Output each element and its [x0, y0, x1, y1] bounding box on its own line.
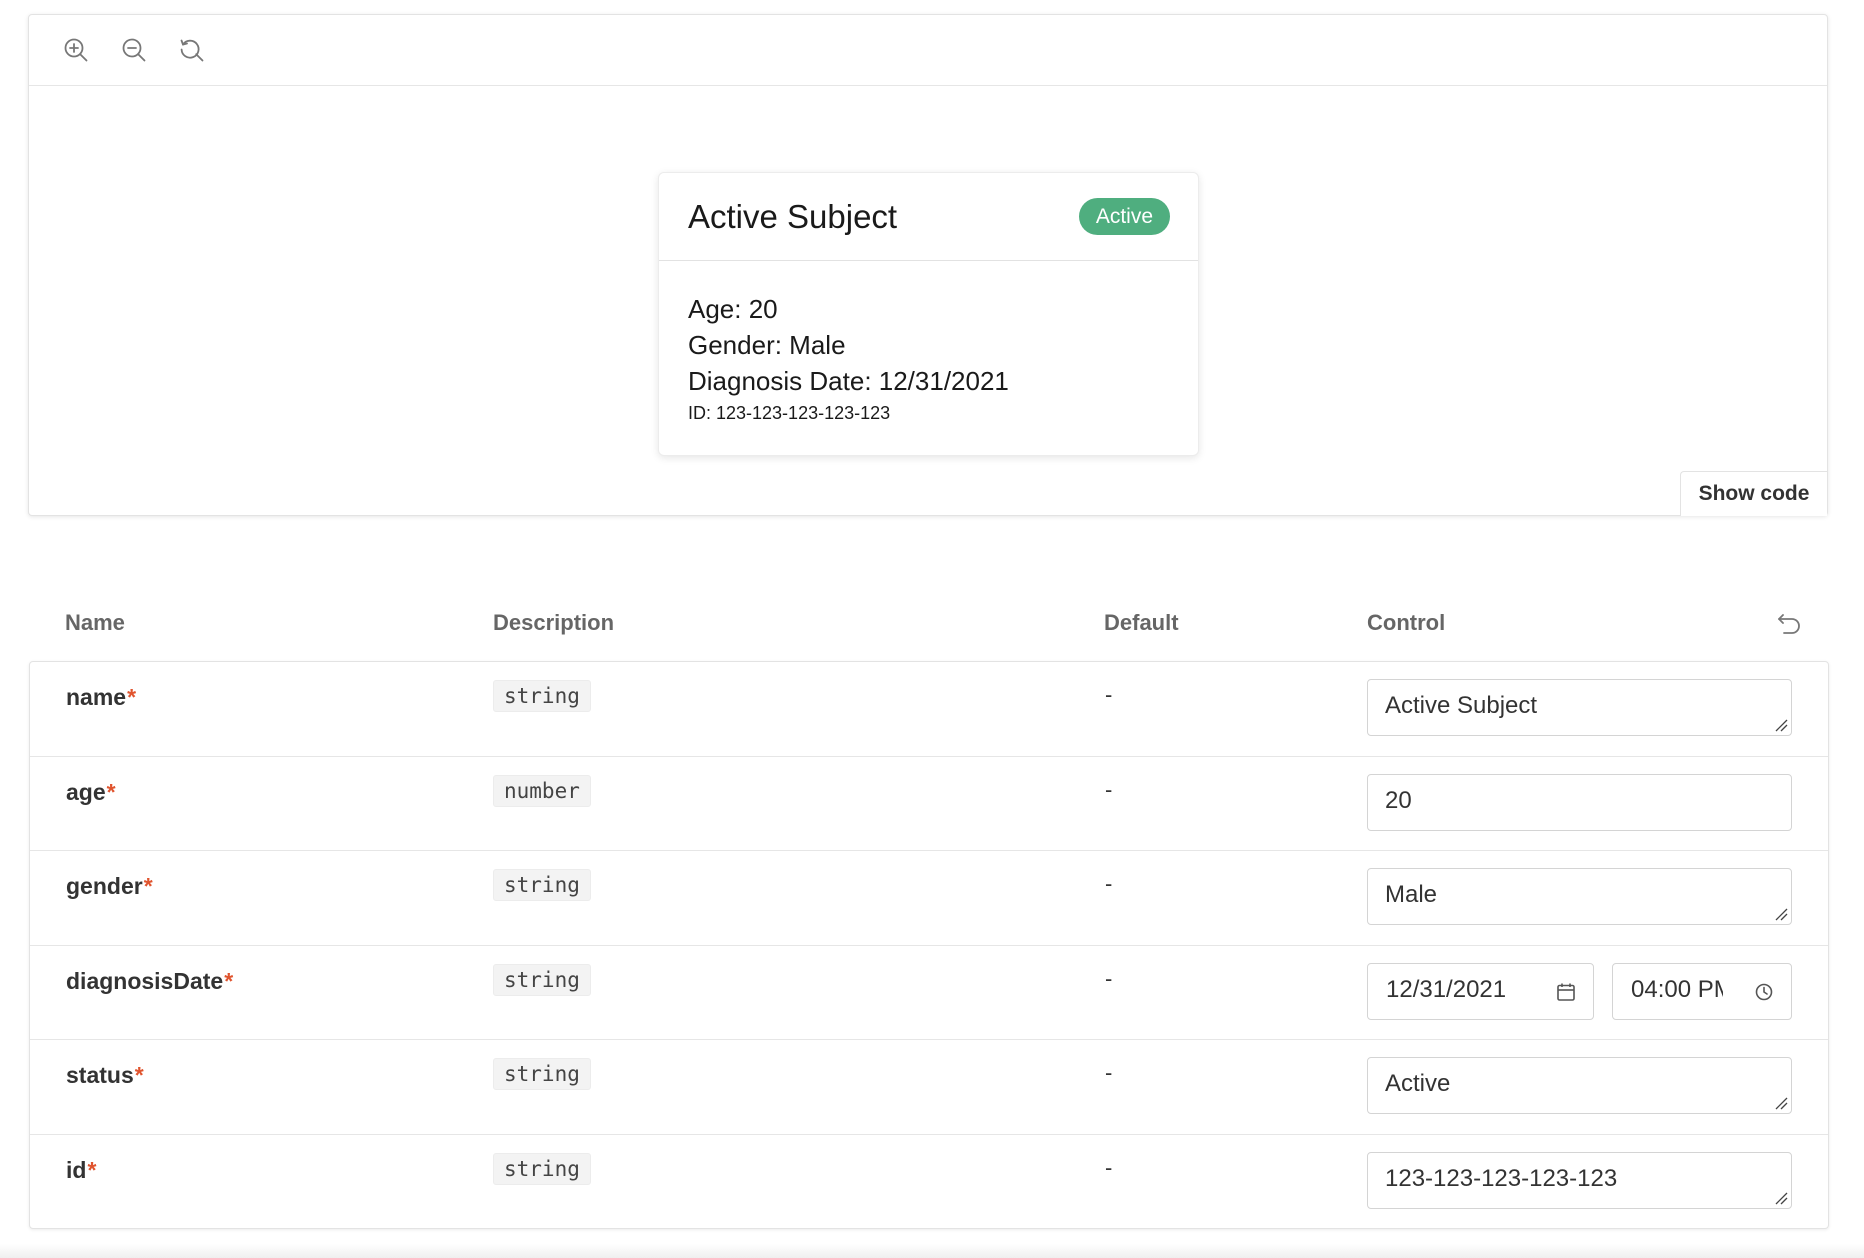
arg-name: gender* [66, 873, 153, 900]
table-row: age* number - 20 [30, 757, 1828, 851]
arg-type: string [493, 869, 591, 901]
required-marker: * [87, 1156, 97, 1183]
zoom-out-button[interactable] [109, 25, 159, 75]
resize-grip-icon[interactable] [1774, 718, 1788, 732]
status-badge: Active [1078, 197, 1170, 236]
args-table-header: Name Description Default Control [28, 596, 1828, 662]
arg-type: string [493, 680, 591, 712]
arg-default: - [1105, 965, 1113, 991]
name-control-input[interactable]: Active Subject [1367, 679, 1792, 736]
control-value: 20 [1385, 786, 1412, 814]
arg-type: string [493, 1152, 591, 1185]
arg-default: - [1105, 871, 1113, 896]
arg-name-label: status [66, 1062, 134, 1088]
zoom-in-button[interactable] [51, 25, 101, 75]
control-value: Active Subject [1385, 692, 1538, 719]
subject-diagnosis-date: Diagnosis Date: 12/31/2021 [688, 366, 1009, 396]
subject-card: Active Subject Active Age: 20 Gender: Ma… [658, 172, 1199, 456]
page-bottom-edge [0, 1244, 1864, 1258]
time-value: 04:00 PM [1631, 975, 1723, 1003]
reset-zoom-button[interactable] [167, 25, 217, 75]
status-control-input[interactable]: Active [1367, 1057, 1792, 1114]
date-value: 12/31/2021 [1386, 975, 1507, 1003]
diagnosis-time-input[interactable]: 04:00 PM [1612, 962, 1792, 1020]
arg-name-label: age [66, 778, 106, 805]
column-header-default: Default [1104, 610, 1179, 635]
subject-card-body: Age: 20 Gender: Male Diagnosis Date: 12/… [659, 261, 1198, 424]
table-row: status* string - Active [30, 1040, 1828, 1135]
subject-card-header: Active Subject Active [659, 173, 1198, 261]
zoom-in-icon [64, 38, 88, 62]
required-marker: * [134, 1062, 144, 1088]
column-header-description: Description [493, 610, 615, 635]
arg-name: status* [66, 1062, 144, 1089]
arg-default: - [1105, 1060, 1113, 1085]
column-header-name: Name [65, 610, 125, 635]
clock-icon[interactable] [1753, 981, 1775, 1003]
arg-name-label: name [66, 684, 127, 710]
control-value: 123-123-123-123-123 [1385, 1164, 1618, 1192]
table-row: id* string - 123-123-123-123-123 [30, 1135, 1828, 1230]
subject-card-title: Active Subject [688, 197, 898, 235]
id-control-input[interactable]: 123-123-123-123-123 [1367, 1151, 1792, 1209]
resize-grip-icon[interactable] [1774, 1191, 1788, 1205]
table-row: diagnosisDate* string - 12/31/2021 04:00… [30, 946, 1828, 1040]
preview-toolbar [29, 15, 1827, 86]
arg-default: - [1105, 1154, 1113, 1180]
subject-id: ID: 123-123-123-123-123 [688, 403, 891, 423]
calendar-icon[interactable] [1555, 981, 1577, 1003]
reset-zoom-icon [180, 39, 204, 62]
control-value: Active [1385, 1070, 1451, 1097]
arg-name: age* [66, 779, 116, 806]
control-value: Male [1385, 881, 1438, 908]
reset-controls-icon[interactable] [1774, 610, 1804, 640]
subject-age: Age: 20 [688, 294, 778, 324]
required-marker: * [224, 967, 234, 994]
required-marker: * [106, 778, 116, 805]
arg-type: string [493, 1058, 591, 1090]
table-row: gender* string - Male [30, 851, 1828, 946]
arg-name: name* [66, 684, 136, 711]
column-header-control: Control [1367, 610, 1446, 635]
subject-gender: Gender: Male [688, 330, 846, 360]
arg-default: - [1105, 682, 1113, 707]
table-row: name* string - Active Subject [30, 662, 1828, 757]
resize-grip-icon[interactable] [1774, 907, 1788, 921]
required-marker: * [143, 873, 153, 899]
arg-name: id* [66, 1157, 96, 1184]
arg-type: number [493, 774, 591, 807]
arg-name-label: diagnosisDate [66, 967, 224, 994]
story-canvas: Active Subject Active Age: 20 Gender: Ma… [29, 86, 1827, 516]
gender-control-input[interactable]: Male [1367, 868, 1792, 925]
arg-name: diagnosisDate* [66, 968, 233, 995]
story-preview-panel: Active Subject Active Age: 20 Gender: Ma… [28, 14, 1828, 516]
arg-type: string [493, 963, 591, 996]
required-marker: * [127, 684, 137, 710]
resize-grip-icon[interactable] [1774, 1096, 1788, 1110]
arg-name-label: id [66, 1156, 87, 1183]
age-control-input[interactable]: 20 [1367, 773, 1792, 831]
storybook-canvas-page: Active Subject Active Age: 20 Gender: Ma… [0, 0, 1864, 1258]
arg-name-label: gender [66, 873, 143, 899]
diagnosis-date-input[interactable]: 12/31/2021 [1367, 962, 1594, 1020]
args-table: name* string - Active Subject age* numbe… [29, 661, 1829, 1229]
arg-default: - [1105, 776, 1113, 802]
show-code-button[interactable]: Show code [1680, 471, 1827, 516]
zoom-out-icon [122, 38, 146, 62]
